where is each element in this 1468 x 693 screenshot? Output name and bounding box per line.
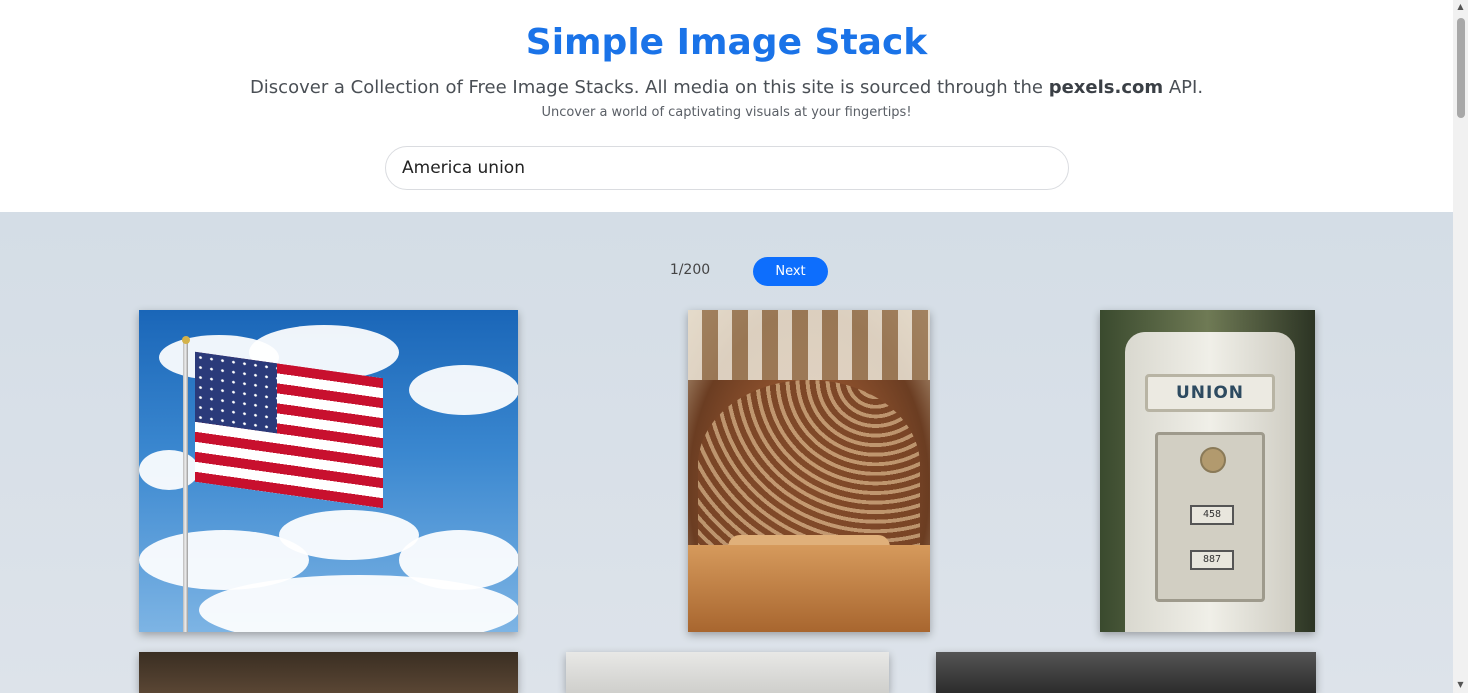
page-tagline: Uncover a world of captivating visuals a… <box>541 105 912 120</box>
cloud-shape <box>409 365 518 415</box>
search-input[interactable] <box>385 146 1069 190</box>
flag-canton <box>195 351 277 434</box>
pexels-brand: pexels.com <box>1048 77 1164 98</box>
pump-dial <box>1200 447 1226 473</box>
cloud-shape <box>139 450 199 490</box>
page-title: Simple Image Stack <box>525 22 928 63</box>
subtitle-prefix: Discover a Collection of Free Image Stac… <box>249 77 1049 98</box>
photo-american-flag[interactable] <box>139 310 518 632</box>
pump-union-label: UNION <box>1145 374 1275 412</box>
subtitle-suffix: API. <box>1163 77 1204 98</box>
flag-pole <box>183 340 188 632</box>
photo-union-pump[interactable]: UNION 458 887 <box>1100 310 1315 632</box>
chamber-podium <box>688 545 930 632</box>
photo-dark-interior[interactable] <box>139 652 518 693</box>
page-scrollbar[interactable]: ▲ ▼ <box>1453 0 1468 693</box>
page-counter: 1/200 <box>669 262 711 278</box>
flag-shape <box>195 351 383 509</box>
pole-finial <box>182 336 190 344</box>
page-subtitle: Discover a Collection of Free Image Stac… <box>0 77 1453 98</box>
scroll-up-icon[interactable]: ▲ <box>1453 2 1468 12</box>
pump-meter-top: 458 <box>1190 505 1234 525</box>
page-header: Simple Image Stack Discover a Collection… <box>0 0 1453 212</box>
pump-meter-bottom: 887 <box>1190 550 1234 570</box>
photo-monochrome-scene[interactable] <box>936 652 1316 693</box>
chamber-columns <box>688 310 930 380</box>
scroll-thumb[interactable] <box>1457 18 1465 118</box>
scroll-down-icon[interactable]: ▼ <box>1453 680 1468 690</box>
next-page-button[interactable]: Next <box>753 257 828 286</box>
cloud-shape <box>279 510 419 560</box>
gas-pump: UNION 458 887 <box>1125 332 1295 632</box>
photo-light-scene[interactable] <box>566 652 889 693</box>
photo-parliament-chamber[interactable] <box>688 310 930 632</box>
pump-panel: 458 887 <box>1155 432 1265 602</box>
chamber-seats <box>698 380 920 550</box>
